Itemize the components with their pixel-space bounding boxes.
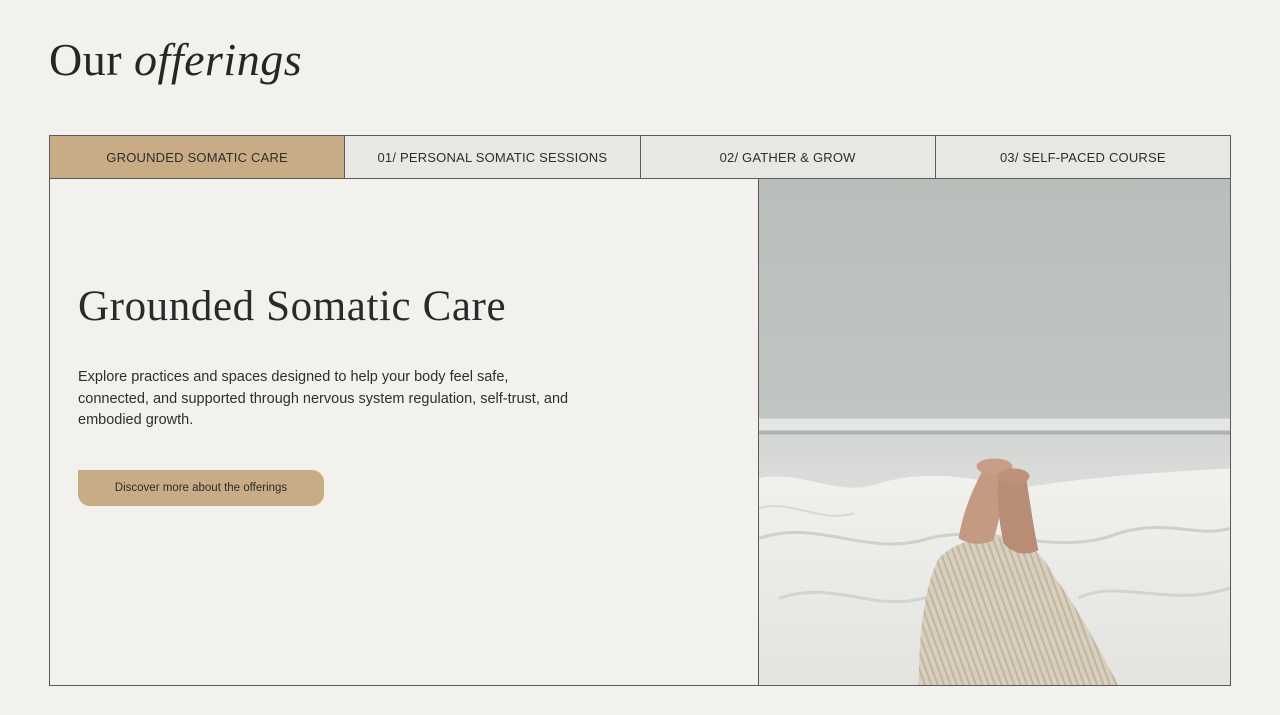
offering-text-column: Grounded Somatic Care Explore practices … bbox=[50, 179, 759, 685]
page-title-italic: offerings bbox=[134, 34, 303, 85]
tab-self-paced-course[interactable]: 03/ SELF-PACED COURSE bbox=[934, 136, 1230, 178]
page-title: Our offerings bbox=[49, 30, 302, 90]
tab-gather-and-grow[interactable]: 02/ GATHER & GROW bbox=[639, 136, 935, 178]
page-title-regular: Our bbox=[49, 34, 123, 85]
offering-description: Explore practices and spaces designed to… bbox=[78, 369, 569, 428]
offerings-tabs: GROUNDED SOMATIC CARE 01/ PERSONAL SOMAT… bbox=[49, 135, 1231, 179]
feet-on-bed-photo bbox=[758, 179, 1230, 685]
discover-offerings-button[interactable]: Discover more about the offerings bbox=[78, 470, 324, 506]
tab-personal-somatic-sessions[interactable]: 01/ PERSONAL SOMATIC SESSIONS bbox=[344, 136, 640, 178]
offering-image bbox=[758, 179, 1230, 685]
offering-heading: Grounded Somatic Care bbox=[78, 283, 507, 330]
offering-panel: Grounded Somatic Care Explore practices … bbox=[49, 179, 1231, 686]
tab-grounded-somatic-care[interactable]: GROUNDED SOMATIC CARE bbox=[50, 136, 345, 178]
